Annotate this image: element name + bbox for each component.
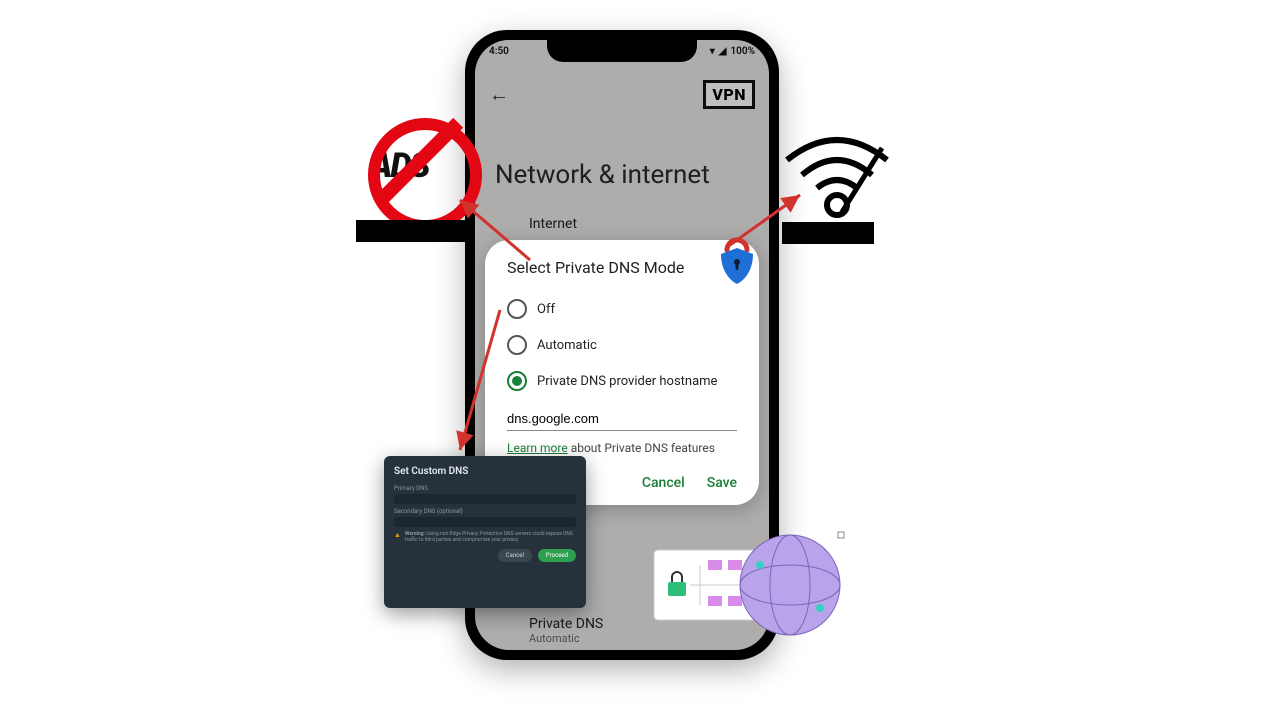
wifi-icon — [782, 130, 892, 224]
dns-warning: ▲ Warning: Using non-Edge Privacy Protec… — [394, 531, 576, 543]
radio-icon — [507, 371, 527, 391]
radio-option-automatic[interactable]: Automatic — [507, 327, 737, 363]
secondary-dns-label: Secondary DNS (optional) — [394, 508, 576, 515]
radio-option-off[interactable]: Off — [507, 291, 737, 327]
globe-deco-icon — [650, 530, 850, 650]
dns-hostname-input[interactable] — [507, 405, 737, 431]
radio-icon — [507, 335, 527, 355]
save-button[interactable]: Save — [707, 475, 737, 491]
primary-dns-label: Primary DNS — [394, 485, 576, 492]
learn-more-line: Learn more about Private DNS features — [507, 441, 737, 455]
radio-label: Private DNS provider hostname — [537, 374, 717, 389]
set-custom-dns-panel: Set Custom DNS Primary DNS Secondary DNS… — [384, 456, 586, 608]
wifi-label — [782, 222, 874, 244]
warning-icon: ▲ — [394, 531, 401, 543]
no-ads-label — [356, 220, 474, 242]
radio-icon — [507, 299, 527, 319]
warning-text: Using non-Edge Privacy Protection DNS se… — [405, 531, 573, 543]
dark-proceed-button[interactable]: Proceed — [538, 549, 576, 562]
radio-option-hostname[interactable]: Private DNS provider hostname — [507, 363, 737, 399]
radio-label: Automatic — [537, 338, 597, 353]
dark-cancel-button[interactable]: Cancel — [498, 549, 532, 562]
learn-more-rest: about Private DNS features — [568, 441, 715, 455]
cancel-button[interactable]: Cancel — [642, 475, 685, 491]
phone-notch — [547, 40, 697, 62]
dialog-title: Select Private DNS Mode — [507, 258, 737, 277]
learn-more-link[interactable]: Learn more — [507, 441, 568, 455]
radio-label: Off — [537, 302, 555, 317]
lock-shield-icon — [709, 230, 765, 286]
dark-panel-title: Set Custom DNS — [394, 466, 576, 477]
dark-panel-actions: Cancel Proceed — [394, 549, 576, 562]
no-ads-icon: ADS — [360, 110, 470, 220]
primary-dns-input[interactable] — [394, 494, 576, 504]
secondary-dns-input[interactable] — [394, 517, 576, 527]
